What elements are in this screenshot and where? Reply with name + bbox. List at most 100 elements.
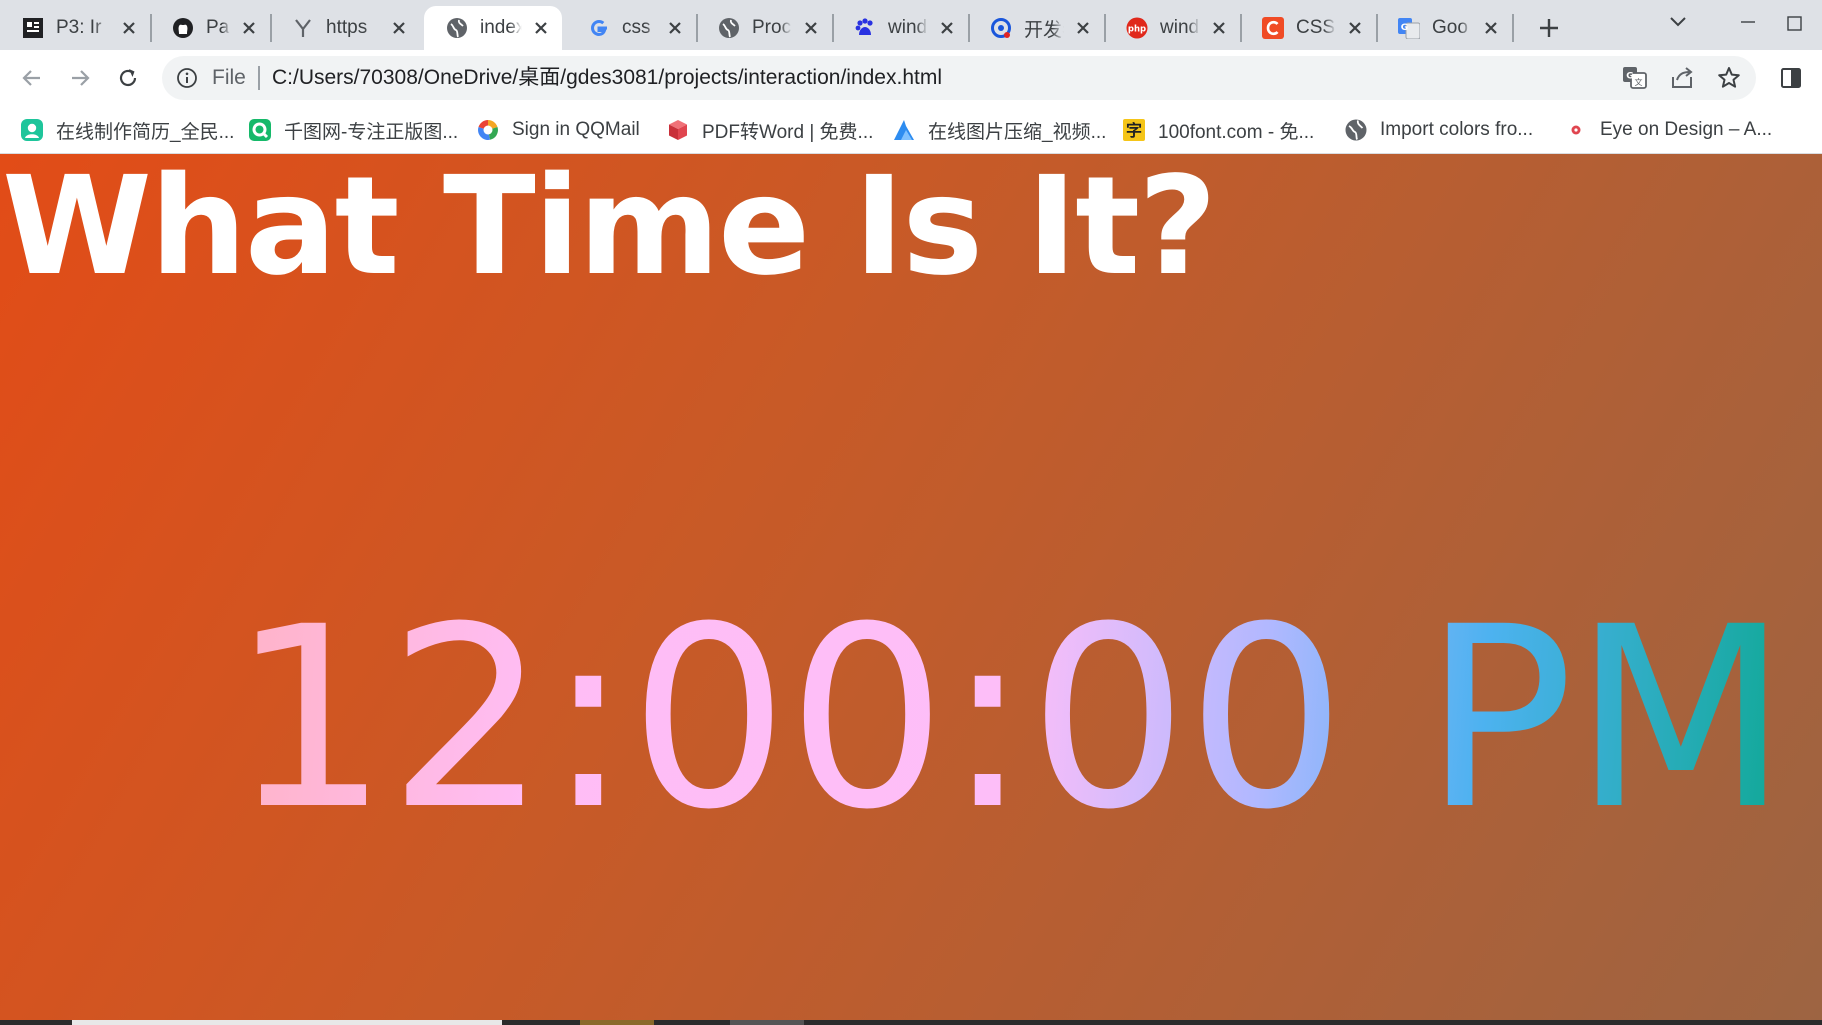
bookmark-item[interactable]: 在线图片压缩_视频... — [892, 114, 1106, 146]
bookmarks-bar: 在线制作简历_全民... 千图网-专注正版图... Sign in QQMail… — [0, 106, 1822, 154]
maximize-button[interactable] — [1784, 0, 1822, 44]
taskbar-segment — [730, 1020, 804, 1025]
plus-icon — [1540, 19, 1558, 37]
globe-icon — [1344, 118, 1368, 142]
close-tab-icon[interactable] — [530, 17, 552, 39]
clock-display: 12:00:00 PM — [230, 573, 1789, 864]
bookmark-item[interactable]: Eye on Design – A... — [1564, 114, 1772, 146]
maximize-icon — [1787, 16, 1802, 31]
q-icon — [990, 17, 1012, 39]
url-text[interactable]: C:/Users/70308/OneDrive/桌面/gdes3081/proj… — [272, 56, 942, 100]
close-tab-icon[interactable] — [1344, 17, 1366, 39]
minimize-button[interactable] — [1718, 0, 1778, 44]
google-translate-icon: G — [1398, 17, 1420, 39]
back-button[interactable] — [12, 58, 52, 98]
tab-3-active[interactable]: index — [424, 6, 562, 50]
bookmark-star-icon[interactable] — [1716, 65, 1742, 91]
close-tab-icon[interactable] — [800, 17, 822, 39]
close-tab-icon[interactable] — [1208, 17, 1230, 39]
tab-6[interactable]: wind — [832, 6, 968, 50]
qqmail-icon — [476, 118, 500, 142]
compress-icon — [892, 118, 916, 142]
reload-icon — [119, 69, 137, 87]
tab-title: Goo — [1432, 17, 1468, 38]
pdf-cube-icon — [666, 118, 690, 142]
bookmark-item[interactable]: Sign in QQMail — [476, 114, 640, 146]
c-icon — [1262, 17, 1284, 39]
chevron-down-icon — [1670, 17, 1686, 27]
close-tab-icon[interactable] — [388, 17, 410, 39]
browser-toolbar: File C:/Users/70308/OneDrive/桌面/gdes3081… — [0, 50, 1822, 106]
arrow-left-icon — [22, 70, 40, 86]
tab-title: CSS F — [1296, 17, 1336, 38]
tab-9[interactable]: CSS F — [1240, 6, 1376, 50]
bookmark-label: 在线图片压缩_视频... — [928, 121, 1107, 143]
page-viewport: What Time Is It? 12:00:00 PM — [0, 154, 1822, 1022]
bookmark-item[interactable]: Import colors fro... — [1344, 114, 1533, 146]
taskbar-segment — [580, 1020, 654, 1025]
taskbar-strip — [0, 1020, 1822, 1025]
tab-2[interactable]: https — [270, 6, 420, 50]
bookmark-item[interactable]: PDF转Word | 免费... — [666, 114, 873, 146]
globe-icon — [446, 17, 468, 39]
new-tab-button[interactable] — [1530, 9, 1568, 47]
bookmark-label: Sign in QQMail — [512, 119, 640, 140]
close-tab-icon[interactable] — [238, 17, 260, 39]
close-tab-icon[interactable] — [1480, 17, 1502, 39]
baidu-icon — [854, 17, 876, 39]
github-icon — [172, 17, 194, 39]
side-panel-button[interactable] — [1771, 58, 1811, 98]
svg-text:字: 字 — [1126, 121, 1142, 140]
taskbar-segment — [72, 1020, 502, 1025]
svg-text:文: 文 — [1635, 77, 1643, 87]
bookmark-item[interactable]: 字 100font.com - 免... — [1122, 114, 1314, 146]
arrow-right-icon — [72, 70, 90, 86]
tab-strip: P3: Ir Page https index css d — [0, 0, 1822, 50]
side-panel-icon — [1781, 68, 1801, 88]
zi-icon: 字 — [1122, 118, 1146, 142]
tab-8[interactable]: php wind — [1104, 6, 1240, 50]
tab-10[interactable]: G Goo — [1376, 6, 1512, 50]
bookmark-label: 在线制作简历_全民... — [56, 121, 235, 143]
bookmark-item[interactable]: 千图网-专注正版图... — [248, 114, 458, 146]
svg-text:G: G — [1401, 23, 1408, 33]
qiantu-icon — [248, 118, 272, 142]
tab-title: Page — [206, 17, 230, 38]
tab-title: wind — [888, 17, 928, 38]
tab-separator — [1512, 14, 1514, 42]
y-icon — [292, 17, 314, 39]
tab-7[interactable]: 开发者 — [968, 6, 1104, 50]
close-tab-icon[interactable] — [664, 17, 686, 39]
minimize-icon — [1741, 21, 1755, 23]
forward-button[interactable] — [60, 58, 100, 98]
google-icon — [588, 17, 610, 39]
dot-icon — [1564, 118, 1588, 142]
svg-text:php: php — [1128, 25, 1146, 35]
tab-5[interactable]: Proc — [696, 6, 832, 50]
share-icon[interactable] — [1670, 65, 1696, 91]
tab-title: css d — [622, 17, 656, 38]
address-bar[interactable]: File C:/Users/70308/OneDrive/桌面/gdes3081… — [162, 56, 1756, 100]
tab-search-button[interactable] — [1648, 0, 1708, 44]
resume-icon — [20, 118, 44, 142]
tab-title: index — [480, 17, 522, 38]
tab-title: 开发者 — [1024, 19, 1064, 41]
close-tab-icon[interactable] — [118, 17, 140, 39]
tab-0[interactable]: P3: Ir — [0, 6, 150, 50]
tab-title: https — [326, 17, 368, 38]
close-tab-icon[interactable] — [936, 17, 958, 39]
url-divider — [258, 66, 260, 90]
translate-icon[interactable]: G文 — [1622, 65, 1648, 91]
svg-text:G: G — [1626, 72, 1633, 82]
tab-title: wind — [1160, 17, 1200, 38]
tab-4[interactable]: css d — [566, 6, 696, 50]
bookmark-label: Eye on Design – A... — [1600, 119, 1773, 140]
page-title: What Time Is It? — [2, 154, 1217, 306]
info-icon[interactable] — [176, 67, 198, 89]
tab-1[interactable]: Page — [150, 6, 270, 50]
reload-button[interactable] — [108, 58, 148, 98]
bookmark-label: Import colors fro... — [1380, 119, 1534, 140]
bookmark-item[interactable]: 在线制作简历_全民... — [20, 114, 234, 146]
tab-title: P3: Ir — [56, 17, 102, 38]
close-tab-icon[interactable] — [1072, 17, 1094, 39]
